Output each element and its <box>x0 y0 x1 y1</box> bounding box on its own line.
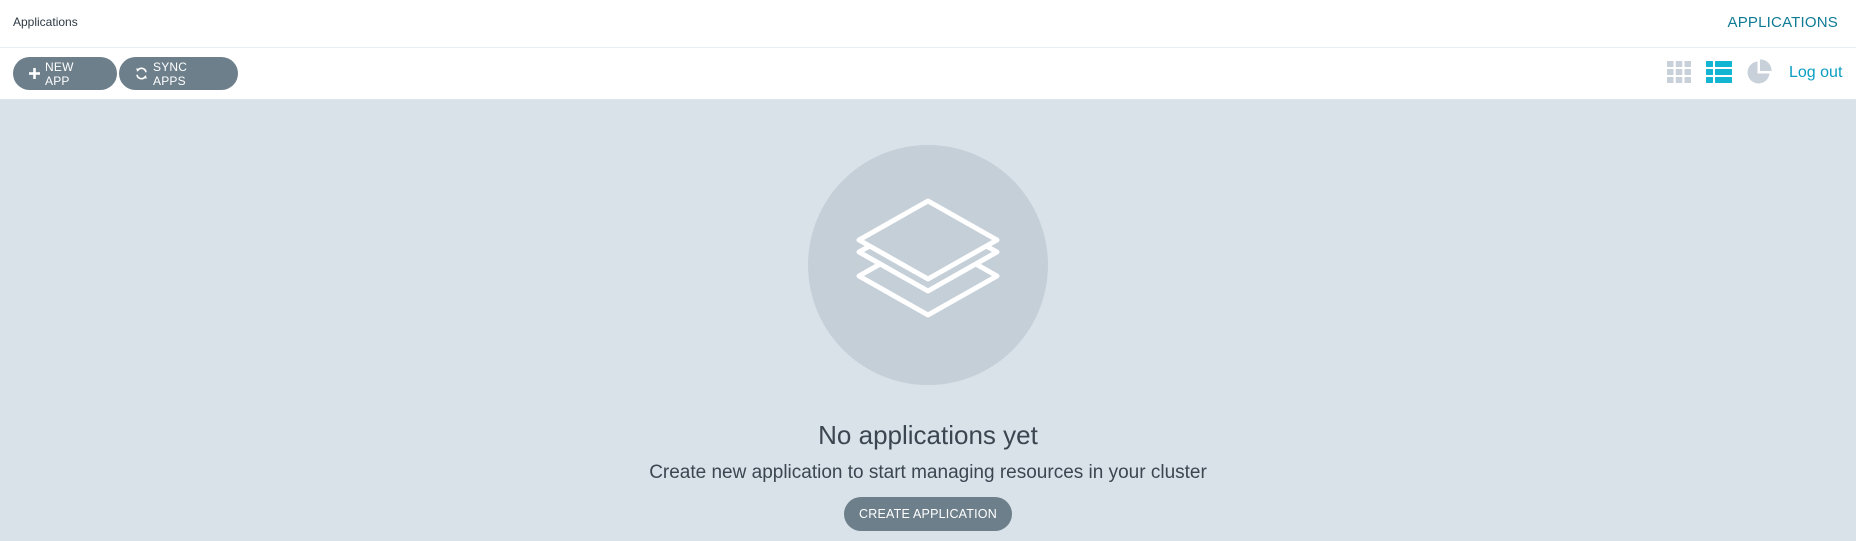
top-header: Applications APPLICATIONS <box>0 0 1856 48</box>
empty-state-illustration <box>808 145 1048 385</box>
grid-icon[interactable] <box>1665 58 1693 86</box>
layers-icon <box>856 198 1000 318</box>
create-application-button[interactable]: CREATE APPLICATION <box>844 497 1012 531</box>
empty-state-title: No applications yet <box>818 420 1038 450</box>
sync-apps-label: SYNC APPS <box>153 59 188 88</box>
empty-state-subtitle: Create new application to start managing… <box>649 462 1207 483</box>
pie-chart-icon[interactable] <box>1745 58 1773 86</box>
new-app-label: NEW APP <box>45 59 74 88</box>
sync-apps-button[interactable]: SYNC APPS <box>119 57 238 90</box>
page-title: Applications <box>13 15 78 29</box>
main-content: No applications yet Create new applicati… <box>0 100 1856 541</box>
list-icon[interactable] <box>1705 58 1733 86</box>
plus-icon <box>29 68 40 79</box>
sync-icon <box>135 67 148 80</box>
new-app-button[interactable]: NEW APP <box>13 57 117 90</box>
toolbar: NEW APP SYNC APPS Log out <box>0 48 1856 100</box>
logout-link[interactable]: Log out <box>1789 64 1842 82</box>
applications-nav-link[interactable]: APPLICATIONS <box>1728 14 1838 31</box>
